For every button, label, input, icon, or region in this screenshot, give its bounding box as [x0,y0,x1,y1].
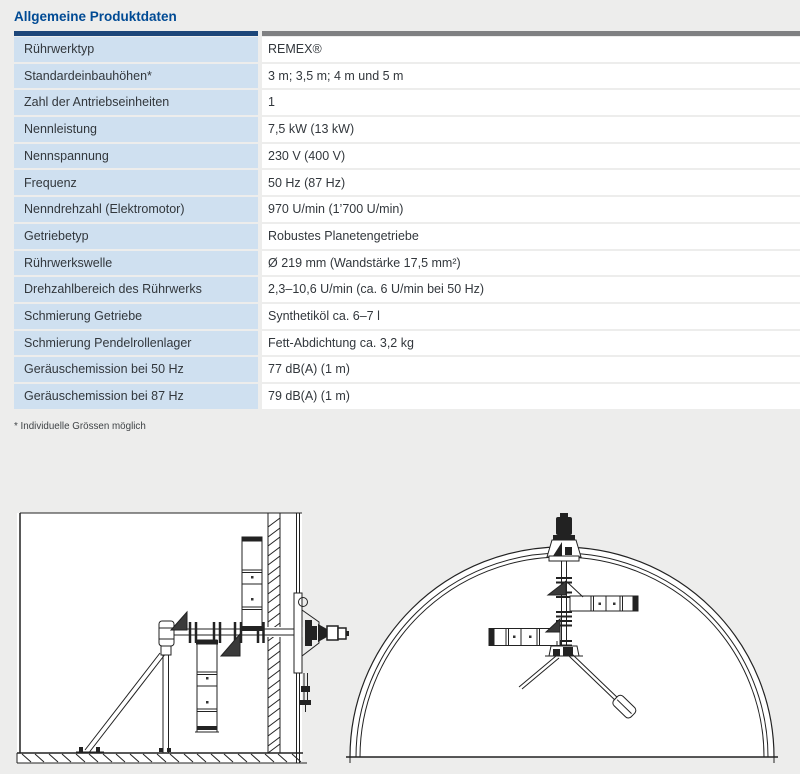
footnote: * Individuelle Grössen möglich [14,421,146,432]
spec-value: 230 V (400 V) [262,143,800,169]
spec-value: 7,5 kW (13 kW) [262,117,800,142]
spec-label: Geräuschemission bei 87 Hz [14,383,258,409]
header-bar-navy-segment [14,31,258,36]
table-row: Frequenz 50 Hz (87 Hz) [14,170,800,196]
spec-value: Fett-Abdichtung ca. 3,2 kg [262,330,800,356]
table-row: Nennleistung 7,5 kW (13 kW) [14,117,800,142]
page-title: Allgemeine Produktdaten [14,9,177,24]
spec-value: Ø 219 mm (Wandstärke 17,5 mm²) [262,250,800,276]
table-header-bar [14,31,800,36]
table-row: Schmierung Pendelrollenlager Fett-Abdicht… [14,330,800,356]
spec-label: Schmierung Pendelrollenlager [14,330,258,356]
spec-value: 1 [262,90,800,116]
header-bar-gray-segment [262,31,800,36]
spec-label: Geräuschemission bei 50 Hz [14,357,258,382]
spec-value: 3 m; 3,5 m; 4 m und 5 m [262,63,800,89]
spec-value: Synthetiköl ca. 6–7 l [262,303,800,329]
table-row: Drehzahlbereich des Rührwerks 2,3–10,6 U/… [14,277,800,302]
wall-mounted-agitator-side-view-drawing [16,512,349,764]
table-row: Rührwerktyp REMEX® [14,37,800,62]
table-row: Standardeinbauhöhen* 3 m; 3,5 m; 4 m und … [14,63,800,89]
spec-label: Nennleistung [14,117,258,142]
spec-label: Frequenz [14,170,258,196]
table-row: Nennspannung 230 V (400 V) [14,143,800,169]
table-row: Zahl der Antriebseinheiten 1 [14,90,800,116]
spec-value: 77 dB(A) (1 m) [262,357,800,382]
spec-value: 2,3–10,6 U/min (ca. 6 U/min bei 50 Hz) [262,277,800,302]
right-paddle-arm [569,595,639,612]
product-data-table-rows: Rührwerktyp REMEX® Standardeinbauhöhen* 3 m… [14,37,800,409]
table-row: Schmierung Getriebe Synthetiköl ca. 6–7 l [14,303,800,329]
upper-paddle-blade [241,536,263,631]
spec-value: Robustes Planetengetriebe [262,223,800,249]
table-row: Geräuschemission bei 87 Hz 79 dB(A) (1 m) [14,383,800,409]
spec-label: Getriebetyp [14,223,258,249]
dome-tank-agitator-cross-section-drawing [346,513,778,763]
product-data-table: Rührwerktyp REMEX® Standardeinbauhöhen* 3 m… [14,31,800,411]
spec-label: Rührwerktyp [14,37,258,62]
spec-label: Nenndrehzahl (Elektromotor) [14,197,258,222]
spec-label: Rührwerkswelle [14,250,258,276]
table-row: Geräuschemission bei 50 Hz 77 dB(A) (1 m) [14,357,800,382]
spec-label: Standardeinbauhöhen* [14,63,258,89]
table-row: Rührwerkswelle Ø 219 mm (Wandstärke 17,5 … [14,250,800,276]
table-row: Getriebetyp Robustes Planetengetriebe [14,223,800,249]
spec-label: Zahl der Antriebseinheiten [14,90,258,116]
spec-value: 50 Hz (87 Hz) [262,170,800,196]
technical-drawings [16,512,778,764]
product-datasheet-page: { "page": { "title": "Allgemeine Produkt… [0,0,800,774]
spec-label: Drehzahlbereich des Rührwerks [14,277,258,302]
spec-label: Nennspannung [14,143,258,169]
lower-paddle-blade [195,639,219,733]
spec-value: 970 U/min (1’700 U/min) [262,197,800,222]
pedestal-bearing [158,620,175,647]
spec-value: 79 dB(A) (1 m) [262,383,800,409]
top-motor [546,513,582,562]
table-row: Nenndrehzahl (Elektromotor) 970 U/min (1’… [14,197,800,222]
spec-label: Schmierung Getriebe [14,303,258,329]
drive-motor-assembly [293,592,349,712]
spec-value: REMEX® [262,37,800,62]
